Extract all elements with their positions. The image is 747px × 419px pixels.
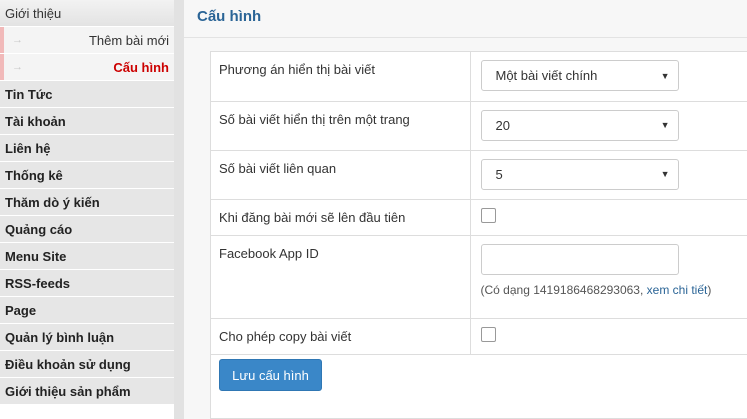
setting-row-display-mode: Phương án hiển thị bài viết Một bài viết… [211,52,747,102]
setting-label: Phương án hiển thị bài viết [211,52,471,102]
hint-suffix: ) [707,282,712,297]
sidebar-item-label: Giới thiệu [5,5,62,21]
save-config-button[interactable]: Lưu cấu hình [219,359,322,391]
facebook-app-id-input[interactable] [480,243,679,275]
sidebar-item-rss-feeds[interactable]: RSS-feeds [0,270,174,297]
sidebar-item-terms[interactable]: Điều khoản sử dụng [0,351,174,378]
caret-down-icon: ▼ [660,70,670,81]
facebook-hint: (Có dạng 1419186468293063, xem chi tiết) [481,283,738,297]
arrow-right-icon: → [12,34,23,46]
caret-down-icon: ▼ [660,120,670,130]
top-new-checkbox[interactable] [480,207,496,223]
setting-row-copy: Cho phép copy bài viết [211,318,747,355]
sidebar: Giới thiệu → Thêm bài mới → Cấu hình Tin… [0,0,174,419]
settings-table: Phương án hiển thị bài viết Một bài viết… [211,52,747,355]
sidebar-subitem-add-post[interactable]: → Thêm bài mới [0,27,174,54]
per-page-select[interactable]: 20 ▼ [480,109,679,141]
arrow-right-icon: → [12,61,23,73]
sidebar-item-ads[interactable]: Quảng cáo [0,216,174,243]
sidebar-item-menu-site[interactable]: Menu Site [0,243,174,270]
setting-label: Số bài viết hiển thị trên một trang [211,101,471,151]
sidebar-item-label: RSS-feeds [5,275,71,291]
sidebar-item-label: Điều khoản sử dụng [5,356,131,372]
title-divider [184,37,747,38]
sidebar-item-product-intro[interactable]: Giới thiệu sản phẩm [0,378,174,405]
sidebar-subitem-config[interactable]: → Cấu hình [0,54,174,81]
select-value: Một bài viết chính [495,68,598,83]
sidebar-item-label: Giới thiệu sản phẩm [5,383,131,399]
setting-row-per-page: Số bài viết hiển thị trên một trang 20 ▼ [211,101,747,151]
setting-label: Khi đăng bài mới sẽ lên đầu tiên [211,199,471,236]
sidebar-item-label: Thăm dò ý kiến [5,194,100,210]
caret-down-icon: ▼ [660,169,670,179]
sidebar-item-contact[interactable]: Liên hệ [0,135,174,162]
sidebar-item-label: Liên hệ [5,140,51,156]
sidebar-item-statistics[interactable]: Thống kê [0,162,174,189]
sidebar-item-comments[interactable]: Quản lý bình luận [0,324,174,351]
sidebar-item-label: Menu Site [5,248,67,264]
sidebar-item-label: Tin Tức [5,86,53,102]
see-details-link[interactable]: xem chi tiết [647,283,708,297]
sidebar-subitem-label: Cấu hình [113,59,169,75]
setting-row-facebook: Facebook App ID (Có dạng 141918646829306… [211,235,747,319]
sidebar-item-label: Quản lý bình luận [5,329,115,345]
main-content: Cấu hình Phương án hiển thị bài viết Một… [184,0,747,419]
sidebar-item-label: Quảng cáo [5,221,73,237]
sidebar-item-label: Tài khoản [5,113,66,129]
select-value: 20 [495,117,510,133]
page-title: Cấu hình [197,8,262,25]
related-count-select[interactable]: 5 ▼ [480,158,679,190]
settings-panel: Phương án hiển thị bài viết Một bài viết… [210,51,747,419]
allow-copy-checkbox[interactable] [480,326,496,342]
sidebar-item-accounts[interactable]: Tài khoản [0,108,174,135]
hint-text: (Có dạng 1419186468293063, [480,282,647,297]
setting-label: Số bài viết liên quan [211,150,471,200]
setting-row-top-new: Khi đăng bài mới sẽ lên đầu tiên [211,199,747,236]
sidebar-item-label: Thống kê [5,167,63,183]
select-value: 5 [495,166,503,182]
setting-row-related: Số bài viết liên quan 5 ▼ [211,150,747,200]
display-mode-select[interactable]: Một bài viết chính ▼ [480,60,679,91]
sidebar-subitem-label: Thêm bài mới [88,32,169,48]
sidebar-item-label: Page [5,302,37,318]
sidebar-item-news[interactable]: Tin Tức [0,81,174,108]
sidebar-item-page[interactable]: Page [0,297,174,324]
sidebar-divider [174,0,184,419]
sidebar-item-intro[interactable]: Giới thiệu [0,0,174,27]
sidebar-item-polls[interactable]: Thăm dò ý kiến [0,189,174,216]
setting-label: Facebook App ID [211,235,471,319]
setting-label: Cho phép copy bài viết [211,318,471,355]
